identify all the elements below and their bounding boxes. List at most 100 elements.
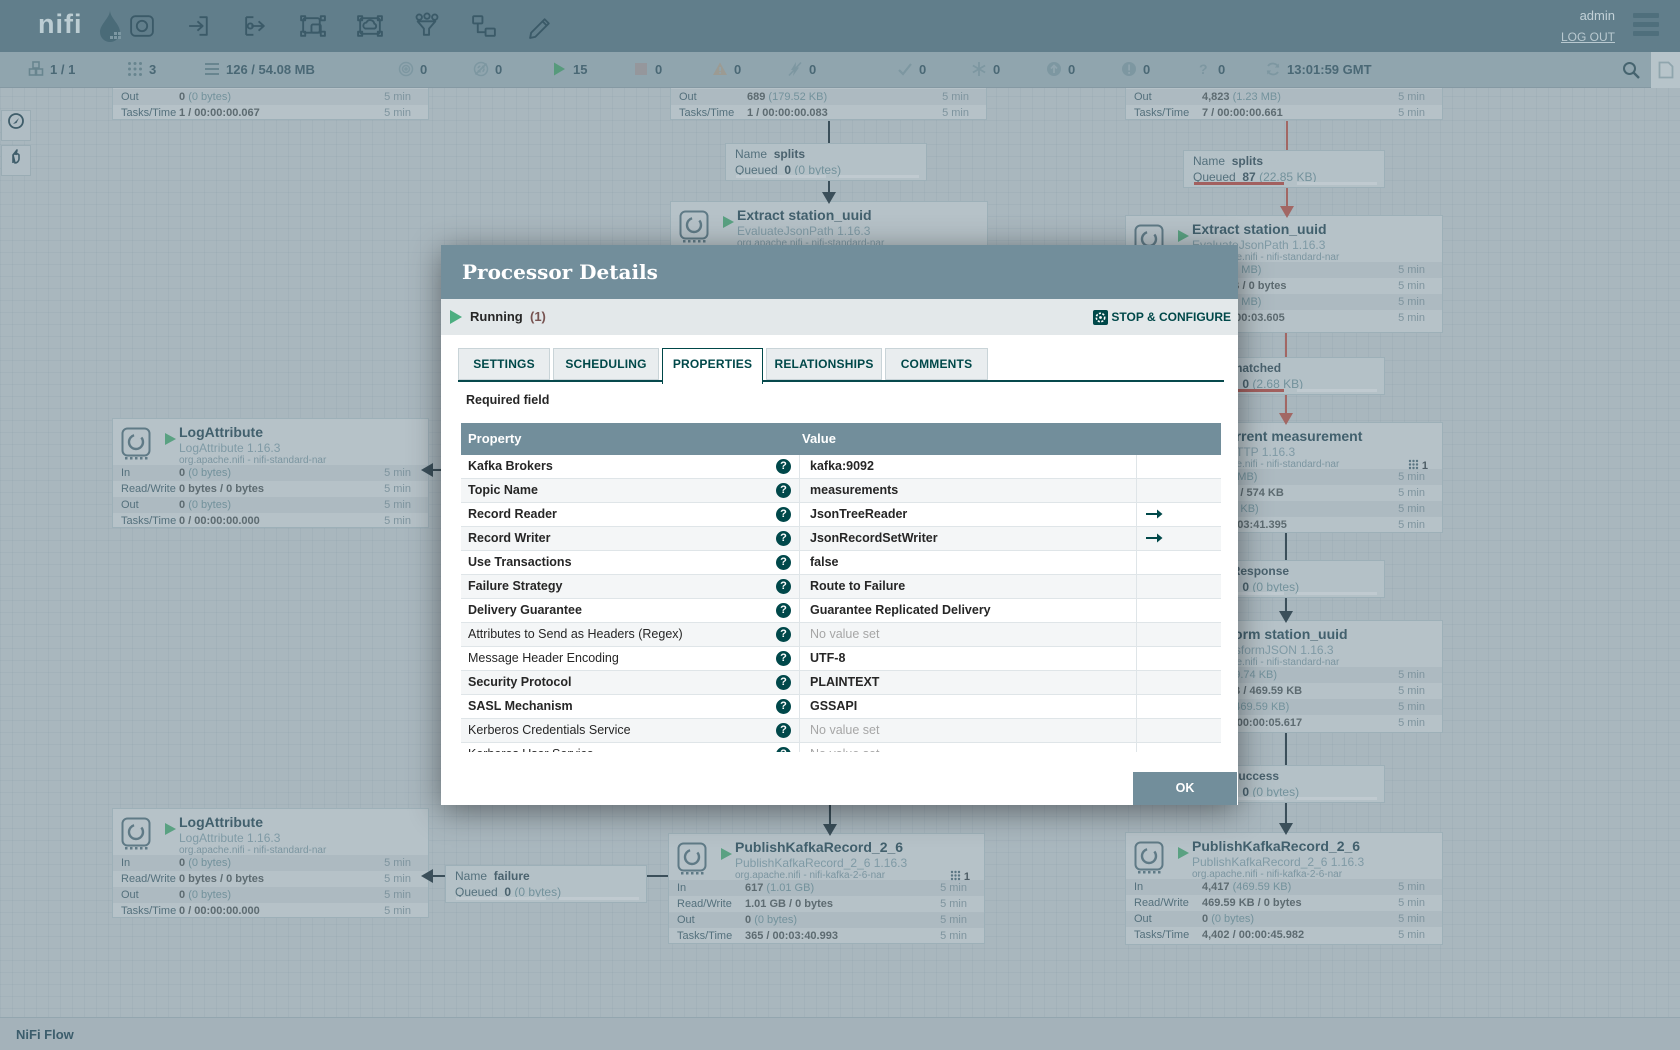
proc-log-2[interactable]: LogAttributeLogAttribute 1.16.3org.apach… [112,808,429,918]
status-up-to-date: 0 [897,52,926,88]
connection-arrow [1280,206,1294,218]
property-row[interactable]: Record Writer?JsonRecordSetWriter [461,527,1221,551]
help-icon[interactable]: ? [776,699,791,714]
property-row[interactable]: SASL Mechanism?GSSAPI [461,695,1221,719]
property-row[interactable]: Kerberos User Service?No value set [461,743,1221,752]
nifi-app: Out0 (0 bytes)5 minTasks/Time1 / 00:00:0… [0,0,1680,1050]
output-port-icon[interactable] [242,12,270,40]
global-menu-icon[interactable] [1633,13,1659,40]
status-transmitting: 0 [398,52,427,88]
connection-line [1285,393,1287,414]
help-icon[interactable]: ? [776,531,791,546]
transmitting-icon [398,61,414,77]
stat-row: In0 (0 bytes)5 min [113,465,428,481]
run-indicator-icon [1178,847,1189,859]
tab-settings[interactable]: SETTINGS [458,348,550,380]
conn-failure[interactable]: Name failureQueued 0 (0 bytes) [445,865,647,903]
dialog-header: Processor Details [441,245,1238,299]
status-invalid: 0 [712,52,741,88]
connection-line [1285,598,1287,611]
proc-publish-right-title: PublishKafkaRecord_2_6 [1192,838,1360,854]
logout-link[interactable]: LOG OUT [1561,30,1615,44]
property-row[interactable]: Record Reader?JsonTreeReader [461,503,1221,527]
operate-palette-button[interactable] [1,145,31,176]
run-state-label: Running [470,309,523,324]
connection-arrow [1279,611,1293,623]
property-row[interactable]: Attributes to Send as Headers (Regex)?No… [461,623,1221,647]
goto-service-icon[interactable] [1146,503,1163,526]
app-header: nifi admin LOG OUT [0,0,1680,52]
stat-row: Tasks/Time4,402 / 00:00:45.9825 min [1126,927,1442,943]
label-icon[interactable] [527,12,555,40]
stat-row: In0 (0 bytes)5 min [113,855,428,871]
tab-scheduling[interactable]: SCHEDULING [553,348,659,380]
help-icon[interactable]: ? [776,507,791,522]
properties-table-header: Property Value [461,423,1221,455]
dialog-status-row: Running (1) STOP & CONFIGURE [441,299,1238,335]
connection-arrow [421,463,433,477]
tab-properties[interactable]: PROPERTIES [662,348,763,384]
processor-details-dialog: Processor Details Running (1) STOP & CON… [441,245,1238,805]
property-row[interactable]: Topic Name?measurements [461,479,1221,503]
template-icon[interactable] [470,12,498,40]
help-icon[interactable]: ? [776,579,791,594]
processor-icon [1134,841,1164,874]
stat-row: In617 (1.01 GB)5 min [669,880,984,896]
help-icon[interactable]: ? [776,723,791,738]
queue-percent-bar [736,175,826,178]
status-disabled: 0 [787,52,816,88]
stat-row: Out0 (0 bytes)5 min [1126,911,1442,927]
stat-row: Out4,823 (1.23 MB)5 min [1126,89,1442,105]
property-row[interactable]: Message Header Encoding?UTF-8 [461,647,1221,671]
funnel-icon[interactable] [413,12,441,40]
stat-row: Read/Write1.01 GB / 0 bytes5 min [669,896,984,912]
navigate-palette-button[interactable] [1,110,31,141]
help-icon[interactable]: ? [776,627,791,642]
help-icon[interactable]: ? [776,747,791,752]
help-icon[interactable]: ? [776,651,791,666]
conn-splits-right[interactable]: Name splitsQueued 87 (22.85 KB) [1183,150,1385,188]
tab-relationships[interactable]: RELATIONSHIPS [766,348,882,380]
running-icon [551,61,567,77]
dialog-title: Processor Details [462,260,658,284]
current-user: admin [1580,8,1615,23]
status-bar: 1 / 13126 / 54.08 MB00150000000?013:01:5… [0,52,1680,88]
proc-extract-mid-title: Extract station_uuid [737,207,872,223]
help-icon[interactable]: ? [776,483,791,498]
property-row[interactable]: Failure Strategy?Route to Failure [461,575,1221,599]
property-row[interactable]: Use Transactions?false [461,551,1221,575]
queue-percent-bar [456,897,546,900]
process-group-icon[interactable] [299,12,327,40]
invalid-icon [712,61,728,77]
status-locally-modified: 0 [971,52,1000,88]
conn-splits-mid[interactable]: Name splitsQueued 0 (0 bytes) [725,143,927,181]
proc-publish-right[interactable]: PublishKafkaRecord_2_6PublishKafkaRecord… [1125,832,1443,945]
stat-row: Out0 (0 bytes)5 min [113,887,428,903]
nifi-logo[interactable]: nifi [38,9,83,40]
queue-size-bar [1297,389,1377,392]
property-row[interactable]: Security Protocol?PLAINTEXT [461,671,1221,695]
goto-service-icon[interactable] [1146,527,1163,550]
proc-log-1[interactable]: LogAttributeLogAttribute 1.16.3org.apach… [112,418,429,528]
tab-comments[interactable]: COMMENTS [885,348,988,380]
property-row[interactable]: Kerberos Credentials Service?No value se… [461,719,1221,743]
remote-process-group-icon[interactable] [356,12,384,40]
help-icon[interactable]: ? [776,675,791,690]
status-history-button[interactable] [1651,52,1680,88]
ok-button[interactable]: OK [1133,772,1237,805]
up-to-date-icon [897,61,913,77]
help-icon[interactable]: ? [776,603,791,618]
help-icon[interactable]: ? [776,555,791,570]
input-port-icon[interactable] [185,12,213,40]
breadcrumb[interactable]: NiFi Flow [16,1027,74,1042]
property-row[interactable]: Kafka Brokers?kafka:9092 [461,455,1221,479]
proc-publish-mid[interactable]: PublishKafkaRecord_2_6PublishKafkaRecord… [668,833,985,944]
processor-icon [121,427,151,460]
status-not-transmitting: 0 [473,52,502,88]
stop-and-configure-button[interactable]: STOP & CONFIGURE [1093,308,1231,326]
property-row[interactable]: Delivery Guarantee?Guarantee Replicated … [461,599,1221,623]
help-icon[interactable]: ? [776,459,791,474]
search-button[interactable] [1613,52,1651,88]
processor-icon [121,817,151,850]
processor-icon[interactable] [128,12,156,40]
